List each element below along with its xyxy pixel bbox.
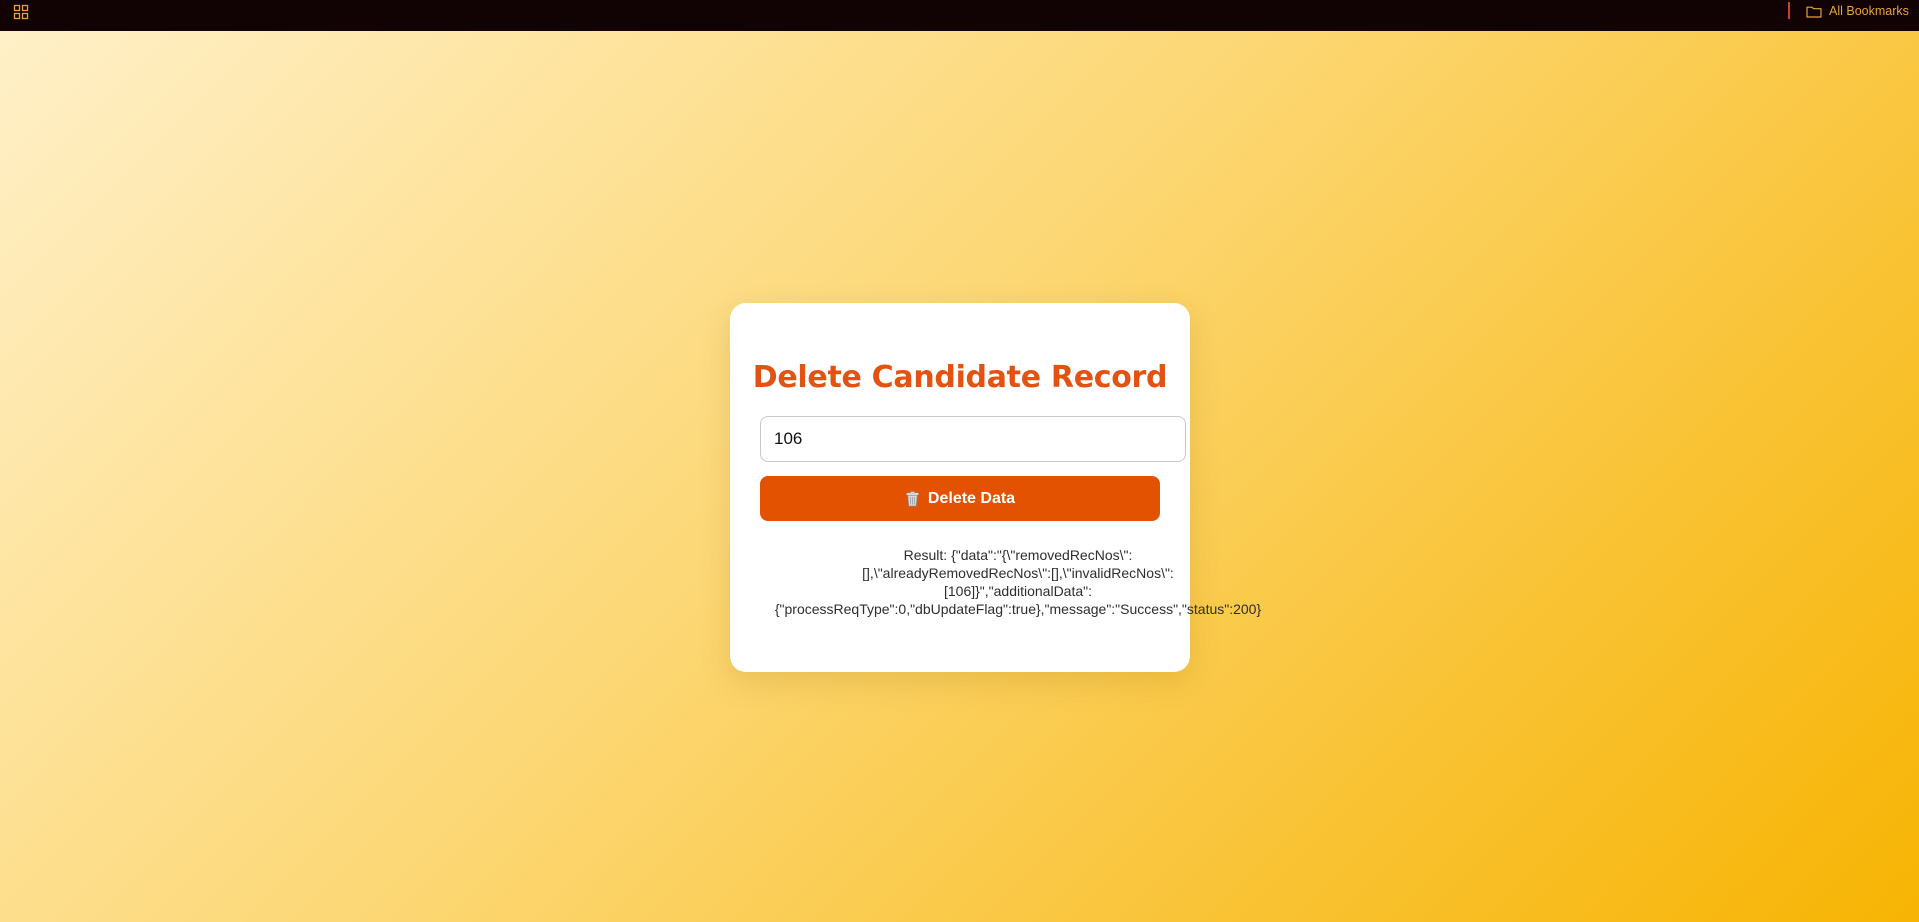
grid-apps-icon[interactable] [13,4,29,20]
folder-icon [1806,6,1822,18]
result-line: {"processReqType":0,"dbUpdateFlag":true}… [774,601,1262,617]
page-background: Delete Candidate Record Delete Data Resu… [0,31,1919,922]
bookmarks-divider [1788,2,1790,19]
result-line: [],\"alreadyRemovedRecNos\":[],\"invalid… [862,565,1174,581]
all-bookmarks-button[interactable]: All Bookmarks [1806,2,1909,20]
record-number-input[interactable] [760,416,1186,462]
delete-data-label: Delete Data [927,489,1016,507]
delete-record-card: Delete Candidate Record Delete Data Resu… [730,303,1261,672]
browser-bookmarks-bar: All Bookmarks [0,0,1919,31]
result-line: [106]}","additionalData": [943,583,1092,599]
all-bookmarks-label: All Bookmarks [1829,4,1909,18]
delete-data-button[interactable]: Delete Data [760,476,1160,521]
result-line: Result: {"data":"{\"removedRecNos\": [903,547,1133,563]
result-message: Result: {"data":"{\"removedRecNos\": [],… [760,546,1276,618]
page-title: Delete Candidate Record [752,360,1168,395]
trash-can-icon [906,490,919,506]
